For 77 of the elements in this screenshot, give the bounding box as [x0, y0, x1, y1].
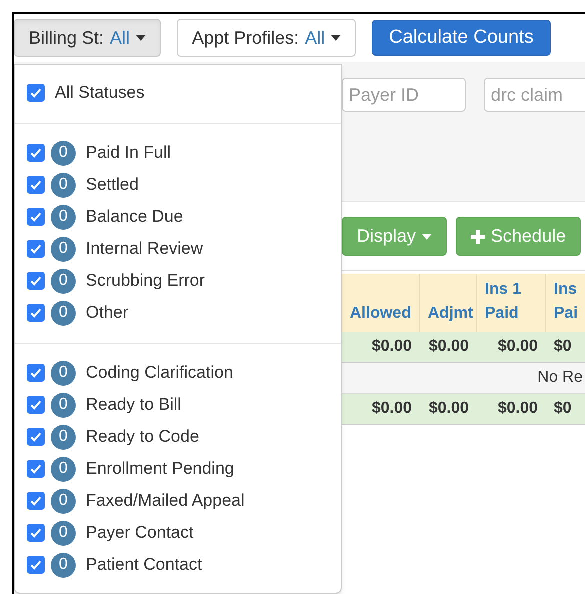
- table-cell-text: $0.00: [372, 399, 412, 419]
- menu-item-label[interactable]: All Statuses: [55, 80, 145, 106]
- checkbox[interactable]: [27, 364, 45, 382]
- checkbox[interactable]: [27, 208, 45, 226]
- count-badge: 0: [51, 552, 76, 578]
- caret-icon: [331, 35, 342, 41]
- check-icon: [30, 495, 42, 507]
- count-badge: 0: [51, 520, 76, 546]
- table-cell-text: $0.00: [498, 337, 538, 357]
- menu-item-label[interactable]: Settled: [86, 172, 139, 198]
- filter-dropdown[interactable]: Billing St: All: [14, 19, 162, 57]
- checkbox[interactable]: [27, 396, 45, 414]
- check-icon: [30, 147, 42, 159]
- count-badge: 0: [51, 268, 76, 294]
- count-badge: 0: [51, 236, 76, 262]
- menu-item-label[interactable]: Patient Contact: [86, 552, 202, 578]
- checkbox[interactable]: [27, 460, 45, 478]
- check-icon: [30, 307, 42, 319]
- table-cell-text: $0.00: [372, 337, 412, 357]
- menu-item-label[interactable]: Faxed/Mailed Appeal: [86, 488, 245, 514]
- check-icon: [30, 399, 42, 411]
- count-badge: 0: [51, 360, 76, 386]
- column-header[interactable]: Ins 1 Paid: [485, 278, 537, 326]
- menu-item-label[interactable]: Ready to Code: [86, 424, 200, 450]
- column-header[interactable]: Ins Pai: [554, 278, 585, 326]
- table-cell-text: $0: [554, 399, 572, 419]
- table-cell-text: $0: [554, 337, 572, 357]
- check-icon: [30, 243, 42, 255]
- menu-item-label[interactable]: Balance Due: [86, 204, 184, 230]
- table-cell-text: $0.00: [428, 399, 469, 419]
- checkbox[interactable]: [27, 428, 45, 446]
- table-cell-text: $0.00: [428, 337, 469, 357]
- check-icon: [30, 527, 42, 539]
- check-icon: [30, 431, 42, 443]
- checkbox[interactable]: [27, 304, 45, 322]
- menu-item-label[interactable]: Internal Review: [86, 236, 204, 262]
- checkbox[interactable]: [27, 524, 45, 542]
- filter-dropdown[interactable]: Appt Profiles: All: [177, 19, 356, 57]
- checkbox[interactable]: [27, 176, 45, 194]
- checkbox[interactable]: [27, 492, 45, 510]
- empty-message: No Re: [538, 368, 584, 388]
- plus-icon: [471, 230, 486, 244]
- search-field[interactable]: drc claim: [484, 78, 585, 112]
- menu-item-label[interactable]: Paid In Full: [86, 140, 172, 166]
- menu-item-label[interactable]: Enrollment Pending: [86, 456, 234, 482]
- checkbox[interactable]: [27, 144, 45, 162]
- count-badge: 0: [51, 456, 76, 482]
- count-badge: 0: [51, 204, 76, 230]
- table-cell-text: $0.00: [498, 399, 538, 419]
- count-badge: 0: [51, 300, 76, 326]
- menu-item-label[interactable]: Payer Contact: [86, 520, 194, 546]
- count-badge: 0: [51, 172, 76, 198]
- caret-icon: [422, 234, 432, 240]
- check-icon: [30, 211, 42, 223]
- check-icon: [30, 179, 42, 191]
- checkbox[interactable]: [27, 84, 45, 102]
- checkbox[interactable]: [27, 272, 45, 290]
- checkbox[interactable]: [27, 240, 45, 258]
- search-field[interactable]: Payer ID: [342, 78, 466, 112]
- column-header[interactable]: Adjmt: [428, 302, 474, 326]
- caret-icon: [136, 35, 146, 41]
- menu-item-label[interactable]: Scrubbing Error: [86, 268, 206, 294]
- checkbox[interactable]: [27, 556, 45, 574]
- column-header[interactable]: Allowed: [350, 302, 412, 326]
- check-icon: [30, 367, 42, 379]
- menu-item-label[interactable]: Coding Clarification: [86, 360, 234, 386]
- check-icon: [30, 463, 42, 475]
- check-icon: [30, 87, 42, 99]
- count-badge: 0: [51, 392, 76, 418]
- menu-item-label[interactable]: Ready to Bill: [86, 392, 182, 418]
- count-badge: 0: [51, 488, 76, 514]
- count-badge: 0: [51, 140, 76, 166]
- count-badge: 0: [51, 424, 76, 450]
- calculate-button[interactable]: Calculate Counts: [372, 20, 551, 56]
- menu-item-label[interactable]: Other: [86, 300, 129, 326]
- check-icon: [30, 275, 42, 287]
- check-icon: [30, 559, 42, 571]
